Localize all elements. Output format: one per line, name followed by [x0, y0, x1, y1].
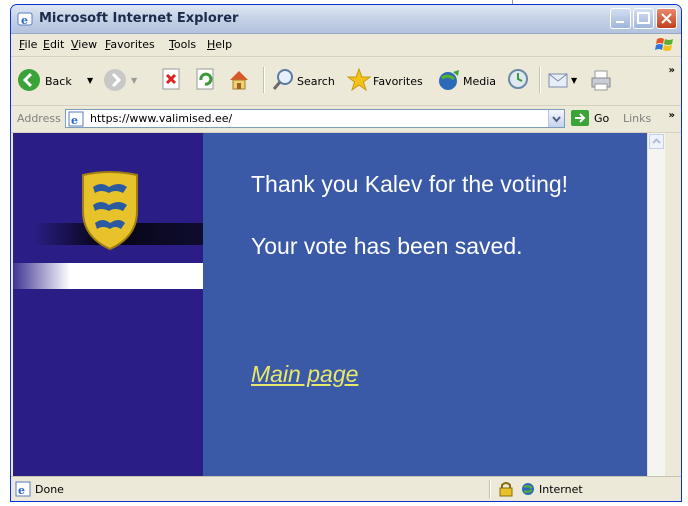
mail-icon — [548, 73, 568, 88]
title-bar[interactable]: e Microsoft Internet Explorer — [11, 5, 681, 34]
close-button[interactable] — [656, 8, 677, 29]
scroll-up-button[interactable] — [649, 134, 664, 149]
toolbar-overflow-chevron-icon[interactable]: » — [669, 65, 675, 76]
chevron-down-icon — [552, 116, 561, 123]
menu-bar: File Edit View Favorites Tools Help — [11, 34, 681, 57]
history-button[interactable] — [507, 66, 531, 96]
media-button[interactable]: Media — [437, 66, 501, 96]
go-label: Go — [594, 112, 610, 125]
left-banner-panel — [13, 133, 203, 478]
thank-you-message: Thank you Kalev for the voting! — [251, 171, 569, 197]
media-label: Media — [463, 75, 497, 88]
ie-logo-icon: e — [17, 12, 33, 27]
links-label[interactable]: Links — [623, 112, 651, 125]
links-overflow-chevron-icon[interactable]: » — [669, 110, 675, 121]
address-url: https://www.valimised.ee/ — [90, 112, 233, 125]
menu-help[interactable]: Help — [207, 38, 232, 51]
menu-favorites[interactable]: Favorites — [105, 38, 155, 51]
printer-icon — [591, 70, 611, 91]
page-done-icon: e — [15, 481, 31, 497]
address-dropdown-button[interactable] — [548, 110, 564, 127]
window-title: Microsoft Internet Explorer — [39, 11, 239, 26]
forward-arrow-icon — [104, 69, 126, 91]
mail-dropdown-icon[interactable]: ▼ — [571, 76, 577, 85]
svg-text:e: e — [18, 484, 25, 497]
security-zone-text: Internet — [539, 483, 583, 496]
vertical-scrollbar[interactable] — [647, 133, 665, 478]
favorites-button[interactable]: Favorites — [347, 66, 431, 96]
stop-button[interactable] — [161, 66, 185, 96]
svg-text:e: e — [21, 14, 28, 27]
back-arrow-icon — [18, 69, 40, 91]
vote-saved-message: Your vote has been saved. — [251, 233, 523, 259]
go-arrow-icon — [571, 110, 589, 126]
menu-edit[interactable]: Edit — [43, 38, 64, 51]
print-button[interactable] — [589, 66, 615, 96]
back-button[interactable]: Back ▼ — [17, 66, 97, 96]
search-button[interactable]: Search — [271, 66, 339, 96]
favorites-label: Favorites — [373, 75, 423, 88]
menu-file[interactable]: File — [19, 38, 37, 51]
media-icon — [439, 70, 459, 90]
refresh-button[interactable] — [195, 66, 219, 96]
standard-toolbar: Back ▼ ▼ Search Favorites Media ▼ » — [11, 57, 681, 106]
refresh-icon — [196, 68, 214, 90]
svg-text:e: e — [71, 114, 78, 127]
address-label: Address — [17, 112, 61, 125]
menu-view[interactable]: View — [71, 38, 97, 51]
page-icon: e — [68, 111, 84, 127]
menu-tools[interactable]: Tools — [169, 38, 196, 51]
forward-dropdown-icon: ▼ — [131, 76, 138, 85]
forward-button[interactable]: ▼ — [103, 66, 143, 96]
estonian-coat-of-arms-icon — [82, 171, 138, 251]
page-content: Thank you Kalev for the voting! Your vot… — [13, 133, 665, 478]
address-input[interactable]: e https://www.valimised.ee/ — [65, 109, 565, 128]
search-label: Search — [297, 75, 335, 88]
windows-flag-icon — [655, 38, 673, 51]
go-button[interactable]: Go — [570, 109, 610, 129]
star-icon — [347, 68, 371, 92]
address-bar: Address e https://www.valimised.ee/ Go L… — [11, 106, 681, 133]
toolbar-separator — [263, 67, 265, 93]
home-button[interactable] — [227, 66, 253, 96]
back-label: Back — [45, 75, 72, 88]
globe-icon — [522, 483, 534, 495]
status-separator — [489, 480, 491, 498]
lock-icon[interactable] — [499, 481, 513, 497]
stop-icon — [162, 68, 180, 90]
toolbar-separator-2 — [539, 67, 541, 93]
mail-button[interactable]: ▼ — [547, 66, 587, 96]
chevron-up-icon — [652, 138, 661, 144]
browser-window: e Microsoft Internet Explorer File Edit … — [10, 4, 682, 502]
back-dropdown-icon[interactable]: ▼ — [87, 76, 93, 85]
search-icon — [272, 69, 293, 90]
maximize-button[interactable] — [633, 8, 654, 29]
status-text: Done — [35, 483, 64, 496]
minimize-button[interactable] — [610, 8, 631, 29]
flag-white-stripe — [13, 263, 203, 289]
history-icon — [508, 69, 528, 89]
main-page-link[interactable]: Main page — [251, 361, 358, 388]
home-icon — [230, 71, 248, 90]
status-bar: e Done Internet — [11, 476, 681, 501]
